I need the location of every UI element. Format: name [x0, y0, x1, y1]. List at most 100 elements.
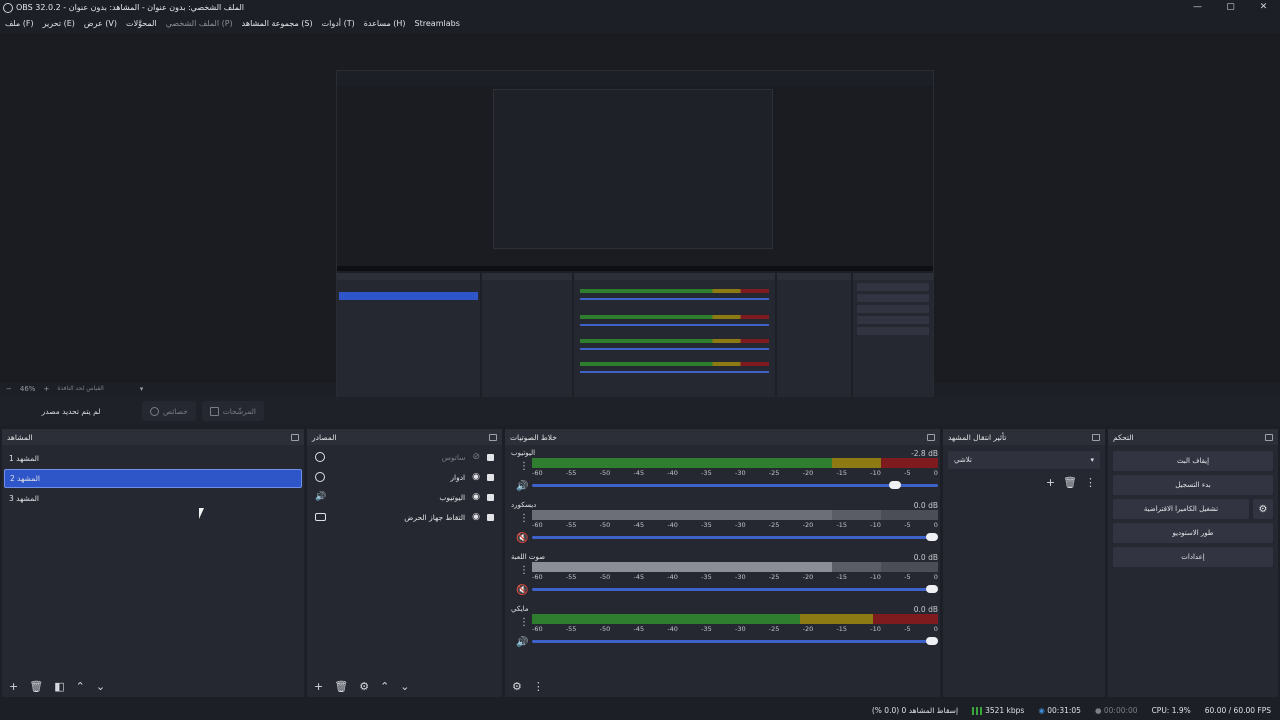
- stop-streaming-button[interactable]: إيقاف البث: [1113, 451, 1273, 471]
- controls-dock-header: التحكم: [1108, 429, 1278, 445]
- filters-button[interactable]: المرشّحات: [201, 401, 265, 421]
- menu-tools[interactable]: أدوات (T): [322, 19, 355, 28]
- zoom-mode-chevron-icon[interactable]: ▾: [140, 385, 144, 393]
- dock-popout-icon[interactable]: [291, 433, 299, 441]
- gear-icon[interactable]: ⚙: [1253, 499, 1273, 519]
- remove-scene-button[interactable]: 🗑: [29, 680, 43, 693]
- transition-menu-icon[interactable]: ⋮: [1085, 476, 1096, 489]
- mixer-menu-icon[interactable]: ⋮: [533, 680, 544, 693]
- dock-popout-icon[interactable]: [489, 433, 497, 441]
- globe-icon: [315, 472, 325, 482]
- lock-icon[interactable]: [487, 473, 494, 481]
- volume-meter: [532, 510, 938, 520]
- zoom-mode-label[interactable]: القياس لحد النافذة: [57, 385, 103, 392]
- speaker-icon[interactable]: 🔊: [516, 637, 528, 648]
- dock-popout-icon[interactable]: [1092, 433, 1100, 441]
- lock-icon[interactable]: [487, 493, 494, 501]
- channel-menu-icon[interactable]: ⋮: [519, 617, 529, 628]
- preview-area[interactable]: [0, 33, 1280, 410]
- volume-knob[interactable]: [925, 585, 938, 593]
- minimize-button[interactable]: —: [1181, 0, 1214, 15]
- scene-item[interactable]: المشهد 3: [4, 489, 302, 508]
- move-source-up-button[interactable]: ⌃: [380, 680, 389, 693]
- globe-icon: [315, 452, 325, 462]
- menu-view[interactable]: عرض (V): [84, 19, 117, 28]
- preview-canvas[interactable]: [336, 70, 934, 410]
- source-item[interactable]: ساتوس ⊘: [307, 447, 502, 467]
- add-transition-button[interactable]: +: [1046, 476, 1055, 489]
- muted-speaker-icon[interactable]: 🔇: [516, 585, 528, 596]
- source-item[interactable]: التقاط جهاز الحرض ◉: [307, 507, 502, 527]
- close-button[interactable]: ✕: [1247, 0, 1280, 15]
- dropped-frames: إسقاط المشاهد 0 (0.0 %): [871, 705, 959, 715]
- studio-mode-button[interactable]: طور الاستوديو: [1113, 523, 1273, 543]
- dock-popout-icon[interactable]: [1265, 433, 1273, 441]
- channel-menu-icon[interactable]: ⋮: [519, 461, 529, 472]
- speaker-icon[interactable]: 🔊: [516, 481, 528, 492]
- properties-button[interactable]: خصائص: [142, 401, 196, 421]
- source-item[interactable]: ادوار ◉: [307, 467, 502, 487]
- channel-menu-icon[interactable]: ⋮: [519, 565, 529, 576]
- transition-select[interactable]: تلاشي ▾: [948, 451, 1100, 469]
- source-properties-button[interactable]: ⚙: [359, 680, 369, 693]
- mouse-cursor-icon: [199, 508, 204, 519]
- start-recording-button[interactable]: بدء التسجيل: [1113, 475, 1273, 495]
- muted-speaker-icon[interactable]: 🔇: [516, 533, 528, 544]
- volume-slider[interactable]: [532, 533, 938, 541]
- add-source-button[interactable]: +: [314, 680, 323, 693]
- eye-hidden-icon[interactable]: ⊘: [472, 452, 480, 462]
- volume-slider[interactable]: [532, 637, 938, 645]
- dock-popout-icon[interactable]: [927, 433, 935, 441]
- move-source-down-button[interactable]: ⌄: [400, 680, 409, 693]
- scene-item[interactable]: المشهد 1: [4, 449, 302, 468]
- menu-help[interactable]: مساعدة (H): [364, 19, 406, 28]
- move-scene-up-button[interactable]: ⌃: [76, 680, 85, 693]
- zoom-in-button[interactable]: +: [43, 385, 49, 393]
- sources-dock-title: المصادر: [312, 432, 337, 442]
- menu-streamlabs[interactable]: Streamlabs: [415, 19, 460, 28]
- window-controls: — ▢ ✕: [1181, 0, 1280, 15]
- volume-knob[interactable]: [889, 481, 902, 489]
- volume-slider[interactable]: [532, 481, 938, 489]
- menu-scene-collection[interactable]: مجموعة المشاهد (S): [242, 19, 313, 28]
- volume-meter: [532, 614, 938, 624]
- menu-edit[interactable]: تحرير (E): [43, 19, 75, 28]
- add-scene-button[interactable]: +: [9, 680, 18, 693]
- title-bar: OBS 32.0.2 - الملف الشخصي: بدون عنوان - …: [0, 0, 1280, 15]
- start-virtual-camera-button[interactable]: تشغيل الكاميرا الافتراضية: [1113, 499, 1249, 519]
- chevron-down-icon: ▾: [1090, 456, 1094, 464]
- channel-name: ديسكورد: [511, 501, 537, 509]
- scenes-dock-header: المشاهد: [2, 429, 304, 445]
- scene-filters-button[interactable]: ◧: [54, 680, 64, 693]
- remove-source-button[interactable]: 🗑: [334, 680, 348, 693]
- menu-file[interactable]: ملف (F): [5, 19, 34, 28]
- volume-slider[interactable]: [532, 585, 938, 593]
- eye-icon[interactable]: ◉: [472, 472, 480, 482]
- sources-dock: المصادر ساتوس ⊘ ادوار ◉ 🔊 اليوتيوب ◉ الت…: [307, 429, 502, 697]
- volume-knob[interactable]: [925, 533, 938, 541]
- signal-icon: [972, 706, 983, 715]
- maximize-button[interactable]: ▢: [1214, 0, 1247, 15]
- eye-icon[interactable]: ◉: [472, 512, 480, 522]
- remove-transition-button[interactable]: 🗑: [1063, 476, 1077, 489]
- settings-button[interactable]: إعدادات: [1113, 547, 1273, 567]
- scene-item-selected[interactable]: المشهد 2: [4, 469, 302, 488]
- lock-icon[interactable]: [487, 453, 494, 461]
- menu-docks[interactable]: المحوَّلات: [126, 19, 157, 28]
- zoom-value: 46%: [19, 384, 36, 393]
- transitions-dock-header: تأثير انتقال المشهد: [943, 429, 1105, 445]
- scenes-footer: + 🗑 ◧ ⌃ ⌄: [2, 675, 304, 697]
- eye-icon[interactable]: ◉: [472, 492, 480, 502]
- zoom-out-button[interactable]: −: [6, 385, 12, 393]
- move-scene-down-button[interactable]: ⌄: [96, 680, 105, 693]
- menu-profile[interactable]: الملف الشخصي (P): [166, 19, 233, 28]
- volume-knob[interactable]: [925, 637, 938, 645]
- source-name: ادوار: [450, 472, 466, 482]
- source-name: ساتوس: [441, 452, 466, 462]
- channel-menu-icon[interactable]: ⋮: [519, 513, 529, 524]
- advanced-audio-gear-icon[interactable]: ⚙: [512, 680, 522, 693]
- lock-icon[interactable]: [487, 513, 494, 521]
- source-item[interactable]: 🔊 اليوتيوب ◉: [307, 487, 502, 507]
- gear-icon: [150, 406, 159, 416]
- cpu-usage: CPU: 1.9%: [1151, 705, 1191, 715]
